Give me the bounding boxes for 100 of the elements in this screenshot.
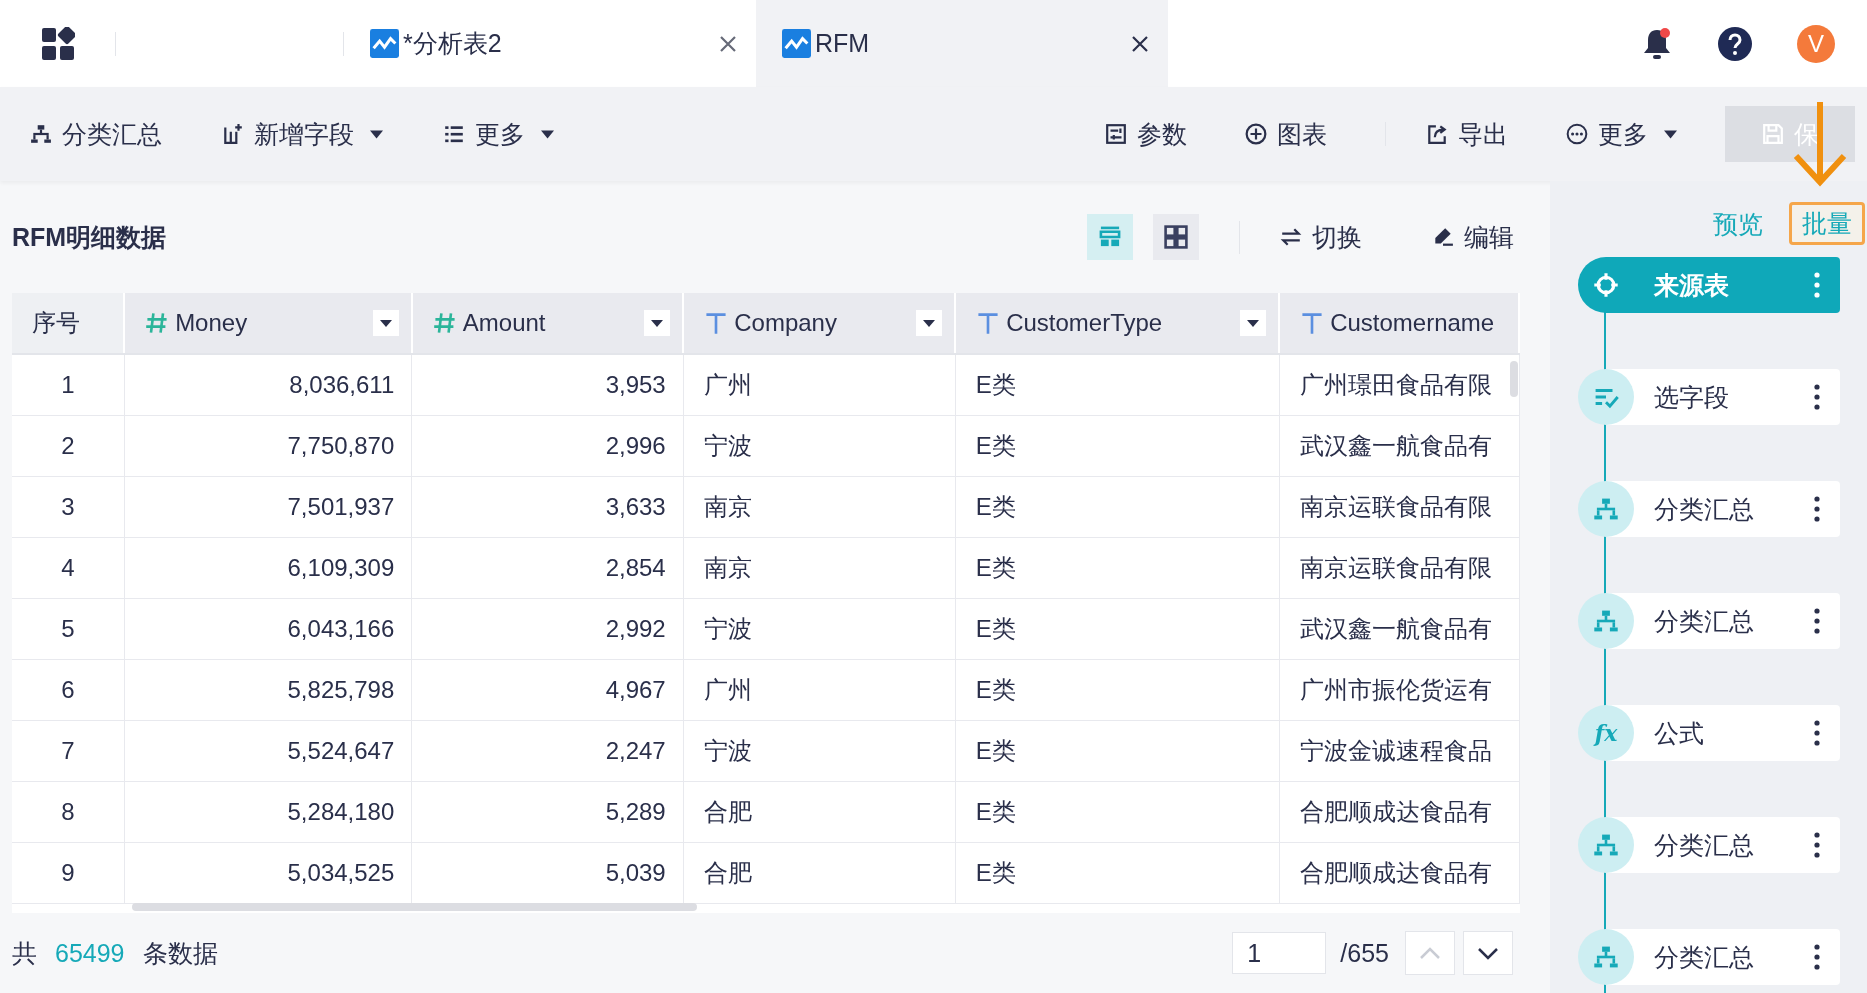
scrollbar[interactable] — [132, 903, 697, 911]
grid-view-icon — [1163, 224, 1189, 250]
scrollbar[interactable] — [1510, 361, 1518, 397]
more-vertical-icon[interactable] — [1814, 832, 1820, 858]
count-label: 共 — [12, 937, 37, 969]
chevron-up-icon — [1419, 946, 1441, 960]
table-cell: 4,967 — [605, 676, 666, 703]
add-column-icon — [222, 123, 244, 145]
table-cell: 南京 — [703, 554, 752, 581]
table-cell: 6 — [61, 676, 75, 703]
table-cell: 4 — [61, 554, 75, 581]
hierarchy-icon — [30, 123, 52, 145]
table-cell: 2,854 — [605, 554, 666, 581]
caret-icon — [651, 318, 664, 328]
next-page-button[interactable] — [1463, 931, 1513, 975]
apps-icon[interactable] — [40, 26, 75, 61]
close-icon[interactable] — [718, 33, 738, 54]
more-vertical-icon[interactable] — [1814, 720, 1820, 746]
table-cell: 宁波金诚速程食品 — [1299, 737, 1492, 764]
count-label: 条数据 — [142, 937, 218, 969]
toolbar-button[interactable]: 切换 — [1280, 220, 1362, 254]
table-cell: E类 — [975, 737, 1016, 764]
chevron-down-icon — [1477, 946, 1499, 960]
toolbar-button[interactable]: 参数 — [1105, 117, 1187, 151]
more-vertical-icon[interactable] — [1814, 384, 1820, 410]
table-cell: 南京 — [703, 493, 752, 520]
table-cell: 宁波 — [703, 432, 752, 459]
table-cell: E类 — [975, 432, 1016, 459]
table-cell: 宁波 — [703, 615, 752, 642]
table-cell: 3,633 — [605, 493, 666, 520]
hierarchy-icon — [1593, 944, 1619, 970]
table-cell: 宁波 — [703, 737, 752, 764]
page-field[interactable]: 1 — [1232, 932, 1327, 974]
flow-step[interactable]: 分类汇总 — [1578, 929, 1840, 985]
close-icon[interactable] — [1130, 33, 1150, 54]
bell-icon[interactable] — [1641, 26, 1673, 61]
table-cell: 5,524,647 — [287, 737, 395, 764]
flow-step[interactable]: fx 公式 — [1578, 705, 1840, 761]
more-vertical-icon[interactable] — [1814, 944, 1820, 970]
more-icon — [1566, 123, 1588, 145]
toolbar-button[interactable]: 编辑 — [1432, 220, 1514, 254]
toolbar-button[interactable]: 更多 — [443, 117, 554, 151]
table-cell: 3 — [61, 493, 75, 520]
table-cell: 5,034,525 — [287, 859, 395, 886]
more-vertical-icon[interactable] — [1814, 608, 1820, 634]
column-header: Company — [734, 309, 838, 337]
table-cell: 2 — [61, 432, 75, 459]
toolbar-button[interactable]: 图表 — [1245, 117, 1327, 151]
table-cell: 1 — [61, 371, 75, 398]
table-cell: 5,825,798 — [287, 676, 395, 703]
list-icon — [443, 123, 465, 145]
caret-icon — [370, 129, 383, 139]
flow-step[interactable]: 选字段 — [1578, 369, 1840, 425]
dropdown-button[interactable] — [644, 310, 671, 336]
formula-icon: fx — [1594, 720, 1618, 746]
table-cell: 7,501,937 — [287, 493, 395, 520]
table-cell: E类 — [975, 676, 1016, 703]
table-cell: 7,750,870 — [287, 432, 395, 459]
toolbar-button[interactable]: 导出 — [1426, 117, 1508, 151]
chart-icon — [782, 29, 811, 58]
help-icon[interactable] — [1717, 25, 1753, 62]
dataset-title: RFM明细数据 — [12, 221, 167, 253]
table-cell: 武汉鑫一航食品有 — [1299, 432, 1492, 459]
column-header: 序号 — [32, 308, 81, 338]
table-cell: 6,109,309 — [287, 554, 395, 581]
dropdown-button[interactable] — [1240, 310, 1267, 336]
swap-icon — [1280, 226, 1302, 248]
more-vertical-icon[interactable] — [1814, 496, 1820, 522]
table-cell: 9 — [61, 859, 75, 886]
table-cell: E类 — [975, 493, 1016, 520]
toolbar-button[interactable]: 更多 — [1566, 117, 1677, 151]
hierarchy-icon — [1593, 608, 1619, 634]
flow-step[interactable]: 分类汇总 — [1578, 593, 1840, 649]
table-cell: 3,953 — [605, 371, 666, 398]
dropdown-button[interactable] — [372, 310, 399, 336]
table-cell: 2,996 — [605, 432, 666, 459]
toolbar-button[interactable]: 分类汇总 — [30, 117, 162, 151]
toolbar-button[interactable]: 新增字段 — [222, 117, 383, 151]
hash-icon — [432, 311, 457, 335]
grid-view-button[interactable] — [1153, 214, 1199, 260]
table-cell: E类 — [975, 798, 1016, 825]
table-cell: 5,039 — [605, 859, 666, 886]
table-cell: 南京运联食品有限 — [1299, 493, 1492, 520]
column-header: Customername — [1330, 309, 1496, 337]
dropdown-button[interactable] — [916, 310, 943, 336]
flow-step[interactable]: 分类汇总 — [1578, 481, 1840, 537]
table-cell: E类 — [975, 615, 1016, 642]
crosshair-icon — [1593, 272, 1619, 298]
table-cell: E类 — [975, 371, 1016, 398]
table-cell: 5,284,180 — [287, 798, 395, 825]
table-cell: 合肥 — [703, 859, 752, 886]
tab[interactable]: RFM — [756, 0, 1168, 87]
text-type-icon — [1300, 311, 1325, 335]
table-cell: 合肥顺成达食品有 — [1299, 798, 1492, 825]
parameter-icon — [1105, 123, 1127, 145]
flow-step[interactable]: 分类汇总 — [1578, 817, 1840, 873]
text-type-icon — [704, 311, 729, 335]
table-cell: E类 — [975, 859, 1016, 886]
table-cell: 5,289 — [605, 798, 666, 825]
hierarchy-icon — [1593, 496, 1619, 522]
